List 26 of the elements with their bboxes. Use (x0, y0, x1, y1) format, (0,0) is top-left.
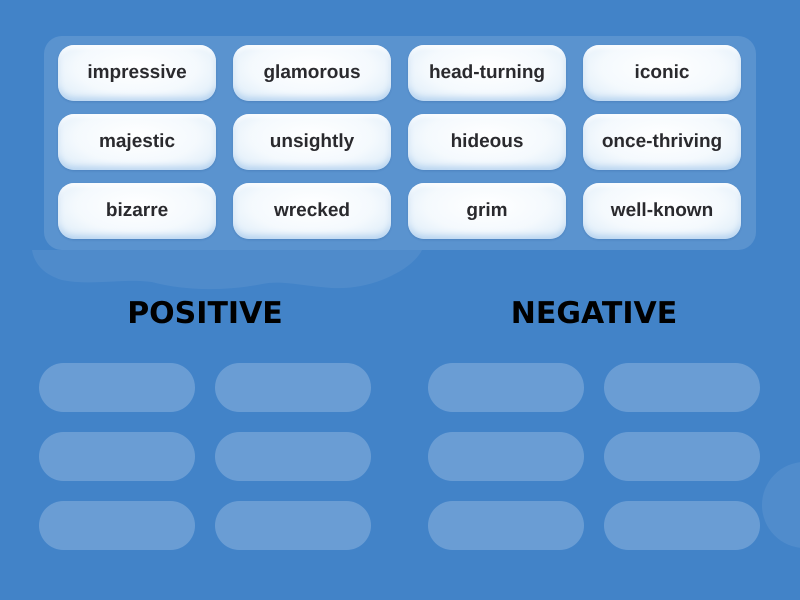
drop-slot[interactable] (39, 501, 195, 550)
drop-slot[interactable] (604, 501, 760, 550)
word-card[interactable]: majestic (58, 114, 216, 170)
group-heading: POSITIVE (127, 296, 283, 332)
drop-slot[interactable] (428, 501, 584, 550)
drop-slot[interactable] (215, 363, 371, 412)
drop-slot[interactable] (215, 432, 371, 481)
drop-slot[interactable] (428, 363, 584, 412)
drop-slot[interactable] (39, 432, 195, 481)
word-card[interactable]: bizarre (58, 183, 216, 239)
word-card[interactable]: hideous (408, 114, 566, 170)
group-heading: NEGATIVE (510, 296, 678, 332)
word-card[interactable]: once-thriving (583, 114, 741, 170)
word-card[interactable]: grim (408, 183, 566, 239)
drop-slot[interactable] (39, 363, 195, 412)
word-card[interactable]: iconic (583, 45, 741, 101)
drop-slot[interactable] (215, 501, 371, 550)
word-card[interactable]: glamorous (233, 45, 391, 101)
drop-slot[interactable] (428, 432, 584, 481)
word-card[interactable]: impressive (58, 45, 216, 101)
word-card[interactable]: well-known (583, 183, 741, 239)
word-card[interactable]: wrecked (233, 183, 391, 239)
drop-slot[interactable] (604, 432, 760, 481)
word-card[interactable]: unsightly (233, 114, 391, 170)
drop-slot[interactable] (604, 363, 760, 412)
word-card[interactable]: head-turning (408, 45, 566, 101)
